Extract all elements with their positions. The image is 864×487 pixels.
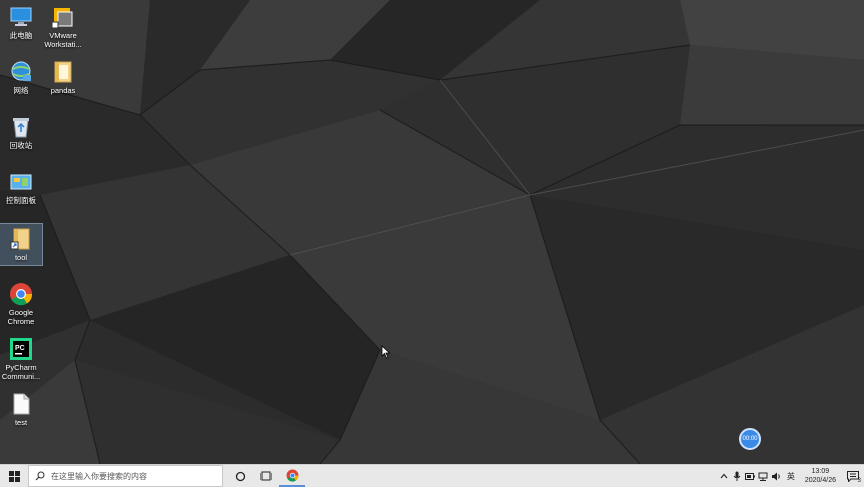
- chevron-up-icon: [720, 473, 728, 479]
- clock-time: 13:09: [811, 468, 830, 475]
- task-view-icon: [260, 471, 272, 480]
- recycle-bin-icon: [13, 118, 29, 138]
- folder-shortcut-icon: [10, 228, 30, 250]
- notification-count: 3: [857, 478, 861, 484]
- chrome-icon: [286, 469, 298, 482]
- desktop-icon-pycharm[interactable]: PC PyCharm Communi...: [0, 337, 42, 381]
- show-hidden-icons-button[interactable]: [718, 465, 731, 487]
- recorder-timer-button[interactable]: 00:00: [739, 428, 761, 450]
- desktop-icon-label: PyCharm Communi...: [1, 363, 41, 381]
- taskbar: 在这里输入你要搜索的内容 英 13:09 2020/4/26 3: [0, 464, 864, 487]
- desktop-icon-test[interactable]: test: [0, 392, 42, 427]
- task-view-button[interactable]: [253, 465, 279, 487]
- cortana-circle-icon: [235, 471, 245, 481]
- desktop-icon-label: 控制面板: [6, 196, 36, 205]
- desktop-icon-recycle-bin[interactable]: 回收站: [0, 115, 42, 150]
- speaker-icon: [772, 472, 781, 480]
- network-tray-button[interactable]: [757, 465, 770, 487]
- desktop-icon-label: pandas: [50, 86, 76, 95]
- action-center-button[interactable]: 3: [842, 465, 864, 487]
- desktop-icon-network[interactable]: 网络: [0, 60, 42, 95]
- chrome-icon: [10, 283, 33, 306]
- control-panel-icon: [10, 174, 32, 190]
- battery-tray-button[interactable]: [744, 465, 757, 487]
- volume-tray-button[interactable]: [770, 465, 783, 487]
- network-icon: [11, 61, 31, 81]
- battery-icon: [745, 472, 756, 480]
- microphone-icon: [733, 471, 741, 481]
- desktop-icon-label: Google Chrome: [7, 308, 35, 326]
- start-button[interactable]: [0, 465, 28, 487]
- vmware-icon: [51, 8, 73, 29]
- desktop-icon-label: VMware Workstati...: [44, 31, 82, 49]
- taskbar-clock[interactable]: 13:09 2020/4/26: [799, 467, 842, 485]
- svg-text:PC: PC: [15, 345, 25, 352]
- search-placeholder: 在这里输入你要搜索的内容: [51, 471, 147, 481]
- desktop-icon-google-chrome[interactable]: Google Chrome: [0, 282, 42, 326]
- taskbar-chrome-app[interactable]: [279, 465, 305, 487]
- desktop-icon-this-pc[interactable]: 此电脑: [0, 5, 42, 40]
- clock-date: 2020/4/26: [804, 477, 836, 484]
- search-icon: [35, 471, 45, 481]
- desktop-icon-tool[interactable]: tool: [0, 223, 43, 266]
- desktop-icon-label: 回收站: [9, 141, 33, 150]
- taskbar-search-box[interactable]: 在这里输入你要搜索的内容: [28, 465, 223, 487]
- desktop-icon-label: 此电脑: [9, 31, 33, 40]
- desktop-wallpaper: [0, 0, 864, 464]
- pycharm-icon: PC: [10, 338, 32, 360]
- desktop-icon-control-panel[interactable]: 控制面板: [0, 170, 42, 205]
- input-method-button[interactable]: 英: [783, 465, 799, 487]
- desktop-icon-label: tool: [14, 253, 28, 262]
- folder-icon: [54, 61, 72, 83]
- text-file-icon: [13, 393, 30, 415]
- microphone-tray-button[interactable]: [731, 465, 744, 487]
- computer-icon: [10, 7, 32, 26]
- desktop-icon-label: 网络: [13, 86, 29, 95]
- windows-logo-icon: [8, 470, 20, 482]
- network-status-icon: [758, 472, 768, 481]
- desktop-icon-vmware[interactable]: VMware Workstati...: [42, 5, 84, 49]
- recorder-time: 00:00: [742, 436, 758, 442]
- desktop-icon-pandas[interactable]: pandas: [42, 60, 84, 95]
- system-tray: 英 13:09 2020/4/26 3: [718, 465, 864, 487]
- cortana-button[interactable]: [227, 465, 253, 487]
- mouse-cursor-icon: [381, 345, 391, 359]
- desktop-icon-label: test: [14, 418, 28, 427]
- ime-label: 英: [786, 471, 795, 481]
